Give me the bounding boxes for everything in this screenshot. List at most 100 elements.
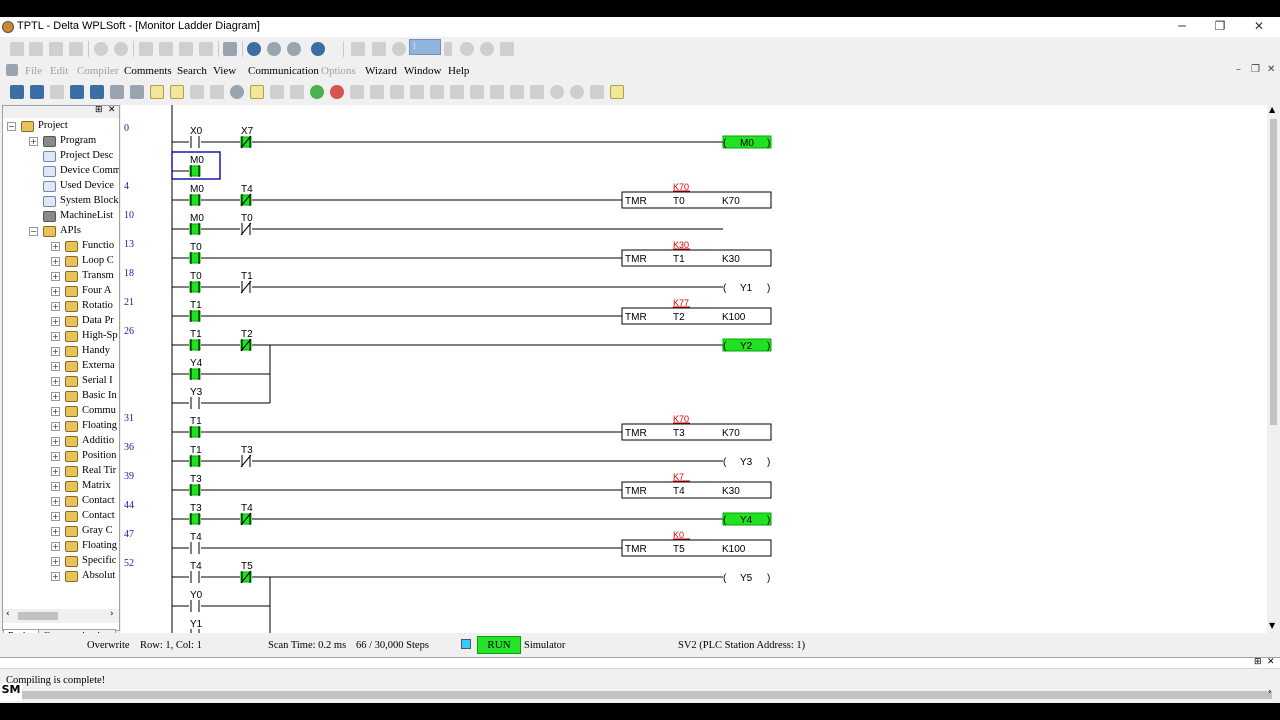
zoom-icon[interactable]: [247, 42, 261, 56]
tree-item[interactable]: + Loop C: [3, 255, 119, 270]
tree-item[interactable]: + Absolut: [3, 570, 119, 585]
delete-line-icon[interactable]: [530, 85, 544, 99]
refresh-icon[interactable]: [480, 42, 494, 56]
menu-compiler[interactable]: Compiler: [77, 65, 119, 77]
close-button[interactable]: ✕: [1240, 17, 1278, 37]
comm-setting-icon[interactable]: [610, 85, 624, 99]
paste-icon[interactable]: [179, 42, 193, 56]
find-icon[interactable]: [550, 85, 564, 99]
redo-icon[interactable]: [114, 42, 128, 56]
minimize-button[interactable]: ─: [1163, 17, 1201, 37]
expand-icon[interactable]: +: [51, 482, 60, 491]
tree-item[interactable]: + Contact: [3, 510, 119, 525]
expand-icon[interactable]: +: [51, 392, 60, 401]
sfc-mode-icon[interactable]: [50, 85, 64, 99]
tree-item[interactable]: + Floating: [3, 420, 119, 435]
expand-icon[interactable]: +: [51, 452, 60, 461]
station-spinner[interactable]: [444, 42, 452, 56]
tree-horizontal-scrollbar[interactable]: ‹ ›: [3, 609, 119, 623]
tree-item[interactable]: + Basic In: [3, 390, 119, 405]
pin-output-icon[interactable]: ⊞: [1254, 657, 1262, 667]
table-icon[interactable]: [130, 85, 144, 99]
scroll-thumb[interactable]: [1270, 119, 1277, 425]
scroll-down-icon[interactable]: ▼: [1269, 621, 1275, 630]
copy-icon[interactable]: [159, 42, 173, 56]
tree-item[interactable]: + Program: [3, 135, 119, 150]
stop-plc-icon[interactable]: [330, 85, 344, 99]
menu-edit[interactable]: Edit: [50, 65, 68, 77]
new-file-icon[interactable]: [10, 42, 24, 56]
tree-item[interactable]: + Transm: [3, 270, 119, 285]
tree-item[interactable]: + Data Pr: [3, 315, 119, 330]
expand-icon[interactable]: +: [29, 137, 38, 146]
register-icon[interactable]: [210, 85, 224, 99]
expand-icon[interactable]: +: [51, 272, 60, 281]
menu-window[interactable]: Window: [404, 65, 441, 77]
expand-icon[interactable]: +: [51, 467, 60, 476]
tree-item[interactable]: MachineList: [3, 210, 119, 225]
help-icon[interactable]: [311, 42, 325, 56]
collapse-icon[interactable]: −: [29, 227, 38, 236]
tree-item[interactable]: + Commu: [3, 405, 119, 420]
station-icon[interactable]: [392, 42, 406, 56]
expand-icon[interactable]: +: [51, 347, 60, 356]
station-address-input[interactable]: 1: [409, 39, 441, 55]
force-on-icon[interactable]: [390, 85, 404, 99]
expand-icon[interactable]: +: [51, 257, 60, 266]
reset-device-icon[interactable]: [370, 85, 384, 99]
tree-item[interactable]: + Rotatio: [3, 300, 119, 315]
open-file-icon[interactable]: [29, 42, 43, 56]
online-icon[interactable]: [250, 85, 264, 99]
tree-item[interactable]: + Four A: [3, 285, 119, 300]
coil-icon[interactable]: [470, 85, 484, 99]
tree-item[interactable]: Used Device: [3, 180, 119, 195]
bookmark-icon[interactable]: [590, 85, 604, 99]
cut-icon[interactable]: [139, 42, 153, 56]
expand-icon[interactable]: +: [51, 377, 60, 386]
tree-item[interactable]: + Contact: [3, 495, 119, 510]
collapse-icon[interactable]: −: [7, 122, 16, 131]
scroll-right-icon[interactable]: ›: [110, 609, 114, 619]
scroll-thumb[interactable]: [10, 691, 1272, 699]
expand-icon[interactable]: +: [51, 512, 60, 521]
ladder-mode-icon[interactable]: [10, 85, 24, 99]
menu-comments[interactable]: Comments: [124, 65, 172, 77]
offline-icon[interactable]: [270, 85, 284, 99]
menu-wizard[interactable]: Wizard: [365, 65, 397, 77]
scroll-right-icon[interactable]: ›: [1268, 687, 1272, 697]
tree-item[interactable]: + Handy: [3, 345, 119, 360]
tree-item[interactable]: + Matrix: [3, 480, 119, 495]
tree-item[interactable]: + Additio: [3, 435, 119, 450]
expand-icon[interactable]: +: [51, 542, 60, 551]
tree-item[interactable]: Device Comm: [3, 165, 119, 180]
pin-icon[interactable]: [230, 85, 244, 99]
ladder-vertical-scrollbar[interactable]: ▲ ▼: [1267, 105, 1280, 633]
mdi-restore-button[interactable]: ❐: [1251, 64, 1260, 75]
monitor-icon[interactable]: [70, 85, 84, 99]
scroll-thumb[interactable]: [18, 612, 58, 620]
ladder-diagram[interactable]: 0 X0 X7 (M0) M0 4 M0 T4 TMR T0 K70 K70 10 M0 T0 13 T0 TMR…: [121, 105, 1267, 633]
set-icon[interactable]: [350, 85, 364, 99]
comment-icon[interactable]: [110, 85, 124, 99]
mdi-close-button[interactable]: ✕: [1267, 64, 1275, 75]
mdi-minimize-button[interactable]: –: [1236, 64, 1241, 75]
upload-icon[interactable]: [372, 42, 386, 56]
menu-view[interactable]: View: [213, 65, 236, 77]
menu-help[interactable]: Help: [448, 65, 469, 77]
scroll-left-icon[interactable]: ‹: [6, 609, 10, 619]
stop-icon[interactable]: [460, 42, 474, 56]
paste-special-icon[interactable]: [199, 42, 213, 56]
menu-communication[interactable]: Communication: [248, 65, 319, 77]
save-icon[interactable]: [49, 42, 63, 56]
instruction-mode-icon[interactable]: [30, 85, 44, 99]
find-next-icon[interactable]: [570, 85, 584, 99]
api-icon[interactable]: [490, 85, 504, 99]
zoom-out-icon[interactable]: [287, 42, 301, 56]
monitor-devices-icon[interactable]: [150, 85, 164, 99]
save-as-icon[interactable]: [69, 42, 83, 56]
tree-item[interactable]: + Position: [3, 450, 119, 465]
tree-item[interactable]: − Project: [3, 120, 119, 135]
tree-item[interactable]: + High-Sp: [3, 330, 119, 345]
menu-file[interactable]: File: [25, 65, 42, 77]
expand-icon[interactable]: +: [51, 557, 60, 566]
